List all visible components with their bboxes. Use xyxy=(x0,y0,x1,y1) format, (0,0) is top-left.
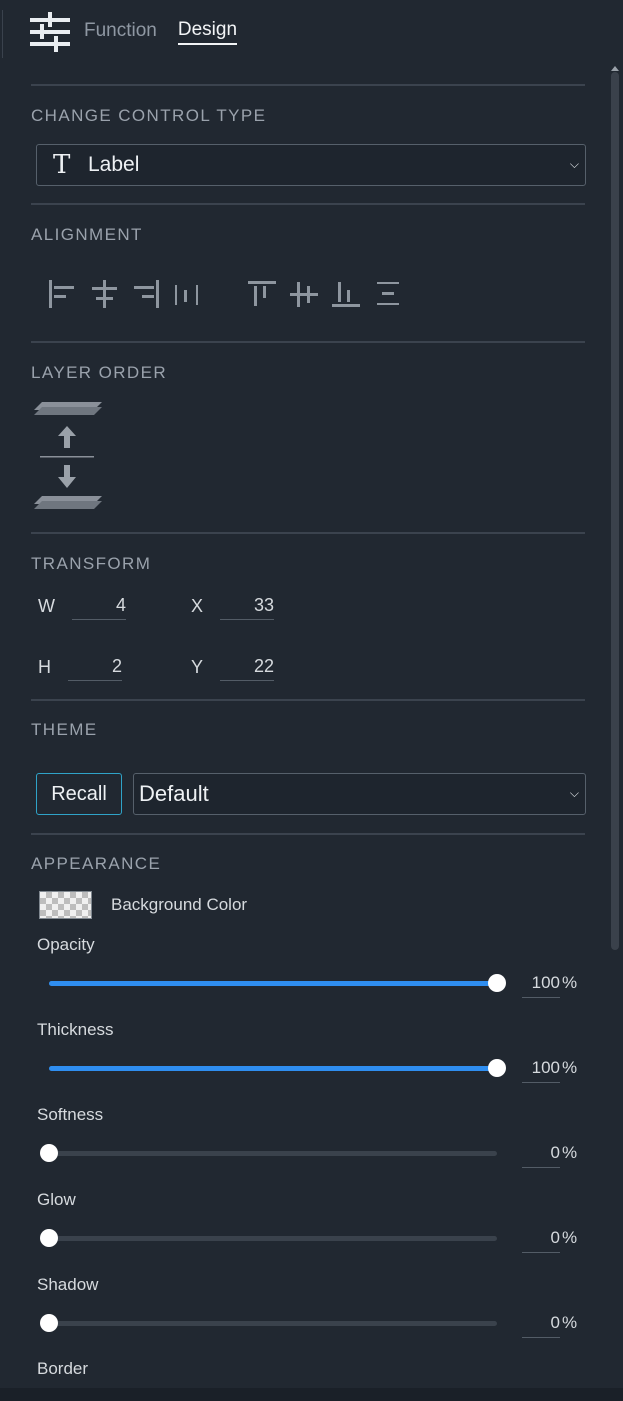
slider-fill xyxy=(49,1066,497,1071)
section-title-control-type: CHANGE CONTROL TYPE xyxy=(31,106,267,125)
bring-forward-icon[interactable] xyxy=(34,402,102,448)
chevron-down-icon: ⌵ xyxy=(569,157,579,171)
background-color-swatch[interactable] xyxy=(39,891,92,919)
glow-value-input[interactable]: 0 xyxy=(522,1228,560,1253)
section-title-transform: TRANSFORM xyxy=(31,554,152,573)
percent-unit: % xyxy=(562,1058,578,1077)
height-label: H xyxy=(38,657,51,677)
theme-select[interactable]: Default ⌵ xyxy=(133,773,586,815)
design-panel: Function Design CHANGE CONTROL TYPE T La… xyxy=(0,0,623,1401)
width-input[interactable]: 4 xyxy=(72,595,126,620)
section-title-alignment: ALIGNMENT xyxy=(31,225,143,244)
recall-button[interactable]: Recall xyxy=(36,773,122,815)
align-right-icon[interactable] xyxy=(130,278,162,310)
slider-label-opacity: Opacity xyxy=(37,935,95,954)
x-label: X xyxy=(191,596,204,616)
percent-unit: % xyxy=(562,1313,578,1332)
settings-sliders-icon[interactable] xyxy=(30,12,70,52)
align-center-vertical-icon[interactable] xyxy=(288,278,320,310)
slider-thumb[interactable] xyxy=(488,1059,506,1077)
height-input[interactable]: 2 xyxy=(68,656,122,681)
softness-slider[interactable] xyxy=(40,1144,497,1162)
thickness-slider[interactable] xyxy=(49,1059,506,1077)
percent-unit: % xyxy=(562,1143,578,1162)
text-type-icon: T xyxy=(53,150,71,180)
align-left-icon[interactable] xyxy=(46,278,78,310)
opacity-value-input[interactable]: 100 xyxy=(522,973,560,998)
slider-label-shadow: Shadow xyxy=(37,1275,99,1294)
divider xyxy=(31,532,585,534)
slider-thumb[interactable] xyxy=(40,1229,58,1247)
y-input[interactable]: 22 xyxy=(220,656,274,681)
divider xyxy=(31,699,585,701)
control-type-select[interactable]: T Label ⌵ xyxy=(36,144,586,186)
section-title-theme: THEME xyxy=(31,720,98,739)
border-label: Border xyxy=(37,1359,89,1378)
alignment-toolbar xyxy=(46,278,414,310)
divider xyxy=(31,833,585,835)
width-label: W xyxy=(38,596,55,616)
scrollbar-thumb[interactable] xyxy=(611,72,619,950)
percent-unit: % xyxy=(562,973,578,992)
shadow-value-input[interactable]: 0 xyxy=(522,1313,560,1338)
divider xyxy=(31,203,585,205)
section-title-appearance: APPEARANCE xyxy=(31,854,162,873)
underlying-status-bar xyxy=(0,1388,623,1401)
shadow-slider[interactable] xyxy=(40,1314,497,1332)
panel-header: Function Design xyxy=(30,12,258,52)
control-type-value: Label xyxy=(88,153,140,176)
slider-label-glow: Glow xyxy=(37,1190,76,1209)
slider-fill xyxy=(49,981,497,986)
slider-thumb[interactable] xyxy=(488,974,506,992)
slider-label-softness: Softness xyxy=(37,1105,104,1124)
align-center-horizontal-icon[interactable] xyxy=(88,278,120,310)
y-label: Y xyxy=(191,657,204,677)
glow-slider[interactable] xyxy=(40,1229,497,1247)
distribute-vertical-icon[interactable] xyxy=(372,278,404,310)
percent-unit: % xyxy=(562,1228,578,1247)
x-input[interactable]: 33 xyxy=(220,595,274,620)
align-top-icon[interactable] xyxy=(246,278,278,310)
thickness-value-input[interactable]: 100 xyxy=(522,1058,560,1083)
slider-thumb[interactable] xyxy=(40,1314,58,1332)
divider xyxy=(31,84,585,86)
align-bottom-icon[interactable] xyxy=(330,278,362,310)
slider-thumb[interactable] xyxy=(40,1144,58,1162)
divider xyxy=(31,341,585,343)
layer-order-controls xyxy=(34,402,102,509)
scroll-up-arrow-icon[interactable] xyxy=(611,66,619,71)
send-backward-icon[interactable] xyxy=(34,465,102,509)
chevron-down-icon: ⌵ xyxy=(569,786,579,800)
distribute-horizontal-icon[interactable] xyxy=(172,278,204,310)
theme-value: Default xyxy=(139,781,209,806)
opacity-slider[interactable] xyxy=(49,974,506,992)
softness-value-input[interactable]: 0 xyxy=(522,1143,560,1168)
background-color-label: Background Color xyxy=(111,895,248,914)
tab-function[interactable]: Function xyxy=(84,20,157,44)
tab-design[interactable]: Design xyxy=(177,19,238,45)
slider-label-thickness: Thickness xyxy=(37,1020,114,1039)
panel-edge xyxy=(2,10,3,58)
section-title-layer-order: LAYER ORDER xyxy=(31,363,168,382)
